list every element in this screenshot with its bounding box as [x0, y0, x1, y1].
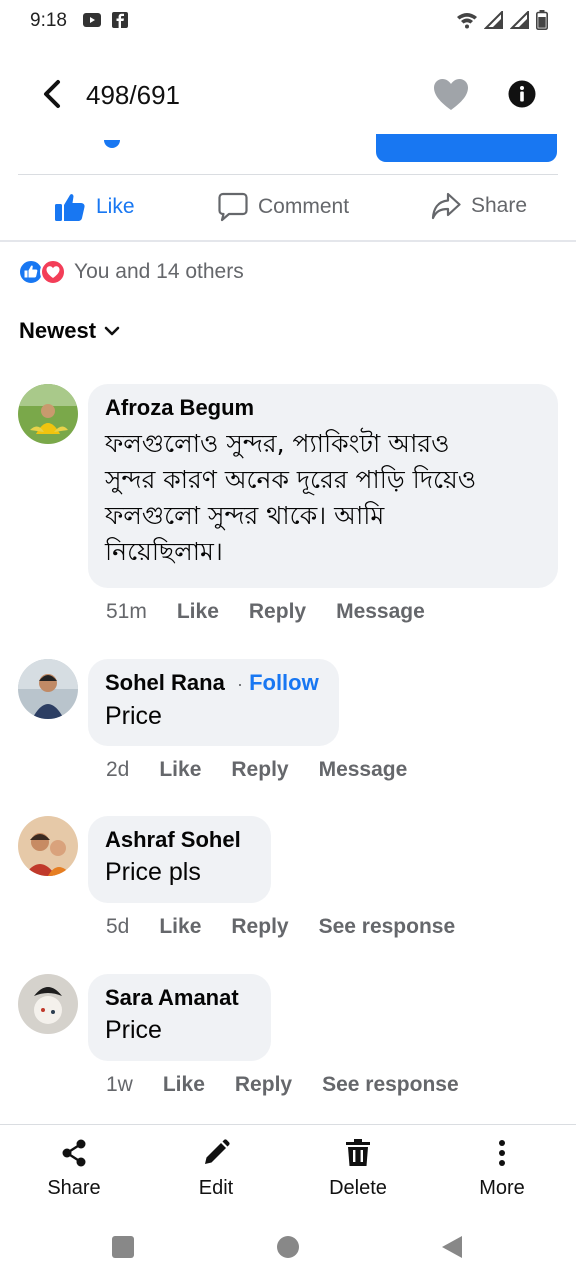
favorite-button[interactable] [433, 78, 469, 112]
sort-label: Newest [19, 318, 97, 343]
comment-author[interactable]: Sohel Rana [105, 670, 225, 695]
comment-sort-dropdown[interactable]: Newest [19, 318, 120, 344]
heart-icon [434, 79, 468, 110]
home-circle-icon[interactable] [277, 1236, 299, 1258]
status-bar: 9:18 [0, 0, 576, 44]
comment-author[interactable]: Afroza Begum [105, 394, 540, 422]
comment-button[interactable]: Comment [218, 192, 349, 222]
comment-reply-button[interactable]: Reply [249, 600, 306, 624]
comment-reply-button[interactable]: Reply [231, 915, 288, 939]
scrolled-button-peek [376, 134, 557, 162]
follow-button[interactable]: Follow [249, 670, 319, 695]
chevron-down-icon [104, 326, 120, 336]
photo-viewer-topbar: 498/691 [0, 64, 576, 128]
status-notification-icons [82, 11, 128, 29]
comment-author[interactable]: Sara Amanat [105, 984, 253, 1012]
comment-reply-button[interactable]: Reply [231, 758, 288, 782]
comment-like-button[interactable]: Like [177, 600, 219, 624]
trash-icon [346, 1139, 370, 1166]
like-button[interactable]: Like [54, 192, 135, 222]
comment-like-button[interactable]: Like [159, 758, 201, 782]
delete-button[interactable]: Delete [308, 1139, 408, 1200]
comment-meta: 2d Like Reply Message [106, 758, 437, 782]
avatar[interactable] [18, 384, 78, 444]
comment-message-button[interactable]: Message [319, 758, 408, 782]
signal-icon [484, 11, 503, 29]
share-photo-button[interactable]: Share [24, 1139, 124, 1200]
divider [18, 174, 558, 175]
comment-text: Price [105, 702, 162, 730]
signal-icon-2 [510, 11, 529, 29]
comment-message-button[interactable]: Message [336, 600, 425, 624]
comment-text: ফলগুলোও সুন্দর, প্যাকিংটা আরও সুন্দর কার… [105, 429, 477, 566]
recents-square-icon[interactable] [112, 1236, 134, 1258]
comment-label: Comment [258, 195, 350, 218]
like-label: Like [96, 195, 135, 218]
share-label: Share [471, 194, 528, 217]
status-time: 9:18 [30, 10, 67, 31]
avatar[interactable] [18, 816, 78, 876]
status-system-icons [456, 10, 548, 30]
more-button[interactable]: More [452, 1139, 552, 1200]
video-notification-icon [83, 13, 101, 27]
comment-bubble: Afroza Begum ফলগুলোও সুন্দর, প্যাকিংটা আ… [88, 384, 558, 588]
like-thumb-icon [55, 194, 85, 221]
comment-text: Price [105, 1016, 162, 1044]
comment-reply-button[interactable]: Reply [235, 1073, 292, 1097]
share-nodes-icon [62, 1139, 86, 1167]
delete-label: Delete [329, 1177, 387, 1199]
back-button[interactable] [36, 78, 68, 110]
see-response-button[interactable]: See response [319, 915, 456, 939]
edit-label: Edit [198, 1177, 234, 1199]
pencil-icon [205, 1139, 230, 1164]
reactions-summary[interactable]: You and 14 others [18, 258, 244, 286]
wifi-icon [457, 13, 477, 29]
avatar[interactable] [18, 659, 78, 719]
comment-author[interactable]: Ashraf Sohel [105, 826, 253, 854]
system-nav-bar [0, 1216, 576, 1280]
reaction-icons [18, 258, 66, 286]
follow-separator: · [236, 674, 243, 694]
comment-meta: 1w Like Reply See response [106, 1073, 489, 1097]
back-arrow-icon [44, 80, 60, 108]
facebook-notification-icon [112, 12, 128, 28]
comment-time: 51m [106, 600, 147, 623]
divider [0, 240, 576, 242]
comment-meta: 51m Like Reply Message [106, 600, 455, 624]
share-photo-label: Share [47, 1177, 101, 1199]
avatar[interactable] [18, 974, 78, 1034]
info-button[interactable] [508, 80, 536, 108]
scrolled-content-peek [104, 140, 120, 148]
comment-time: 1w [106, 1073, 133, 1096]
share-button[interactable]: Share [431, 192, 527, 220]
love-reaction-icon [40, 259, 66, 285]
comment-bubble: Sara Amanat Price [88, 974, 271, 1061]
comment-time: 2d [106, 758, 130, 781]
share-arrow-icon [431, 192, 461, 220]
back-triangle-icon[interactable] [440, 1235, 464, 1259]
photo-counter: 498/691 [86, 80, 180, 110]
see-response-button[interactable]: See response [322, 1073, 459, 1097]
post-action-row: Like Comment Share [0, 180, 576, 240]
comment-author-row: Sohel Rana · Follow [105, 669, 321, 698]
comment-bubble: Sohel Rana · Follow Price [88, 659, 339, 746]
edit-button[interactable]: Edit [166, 1139, 266, 1200]
battery-icon [536, 10, 548, 30]
comment-meta: 5d Like Reply See response [106, 915, 485, 939]
reactions-text: You and 14 others [74, 260, 244, 283]
photo-actions-bar: Share Edit Delete More [0, 1124, 576, 1216]
more-vertical-icon [499, 1140, 505, 1166]
comment-icon [218, 192, 248, 222]
comment-like-button[interactable]: Like [159, 915, 201, 939]
comment-like-button[interactable]: Like [163, 1073, 205, 1097]
comment-text: Price pls [105, 858, 201, 886]
info-icon [508, 80, 536, 108]
more-label: More [479, 1177, 525, 1199]
comment-time: 5d [106, 915, 130, 938]
comment-bubble: Ashraf Sohel Price pls [88, 816, 271, 903]
